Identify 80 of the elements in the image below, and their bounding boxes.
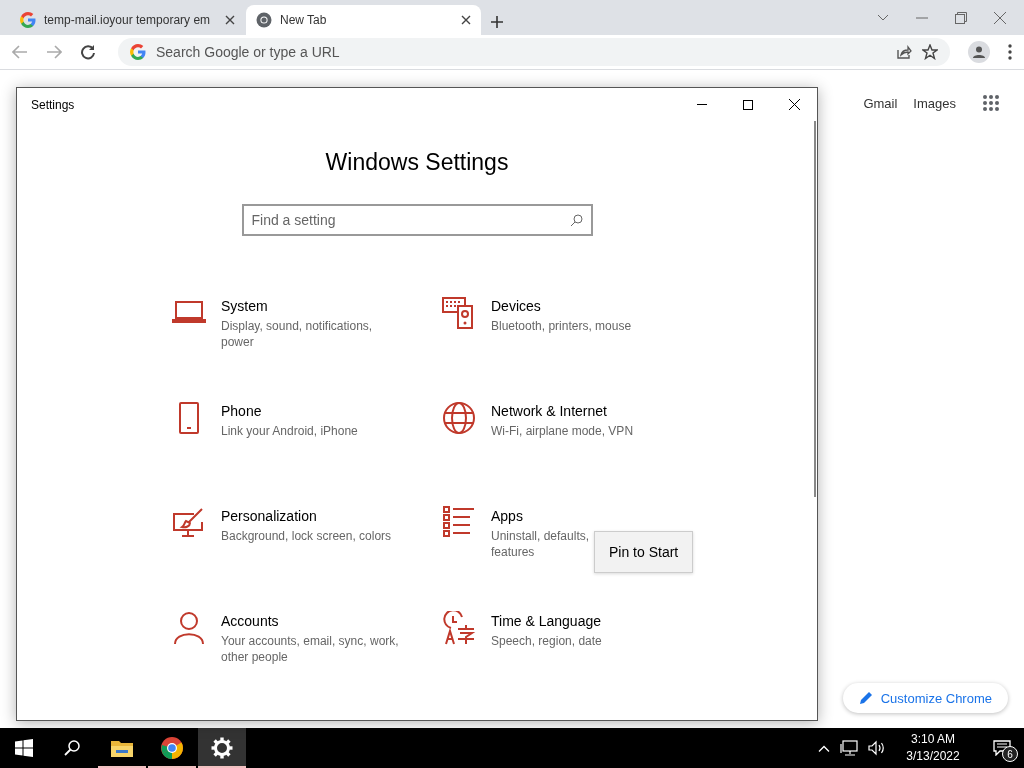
menu-item[interactable]: Pin to Start (595, 532, 693, 572)
settings-category[interactable]: Apps Uninstall, defaults, features (442, 506, 590, 577)
google-logo-icon (20, 12, 36, 28)
more-menu-icon (1008, 44, 1012, 60)
category-title: Time & Language (491, 613, 601, 629)
header-link[interactable]: Images (913, 95, 956, 111)
browser-tab[interactable]: New Tab (246, 5, 481, 35)
folder-icon (110, 738, 134, 758)
windows-logo-icon (15, 739, 33, 757)
list-icon (442, 506, 476, 540)
window-title: Settings (31, 97, 76, 112)
address-placeholder: Search Google or type a URL (156, 44, 341, 60)
clock-date: 3/13/2022 (906, 748, 960, 765)
globe-icon (442, 401, 476, 435)
category-description: Link your Android, iPhone (221, 423, 358, 439)
category-description: Speech, region, date (491, 633, 602, 649)
new-tab-icon (490, 15, 504, 29)
search-icon (64, 740, 80, 756)
chrome-logo-icon (160, 736, 184, 760)
taskbar-app[interactable] (198, 728, 246, 768)
notification-button[interactable]: 6 (980, 728, 1024, 768)
clock-time: 3:10 AM (911, 731, 955, 748)
maximize-icon (743, 99, 753, 110)
category-description: Wi-Fi, airplane mode, VPN (491, 423, 634, 439)
settings-category[interactable]: Phone Link your Android, iPhone (172, 401, 358, 472)
customize-chrome-button[interactable]: Customize Chrome (842, 683, 1008, 713)
browser-tab[interactable]: temp-mail.ioyour temporary em (10, 5, 245, 35)
category-description: Bluetooth, printers, mouse (491, 318, 632, 334)
settings-category[interactable]: Accounts Your accounts, email, sync, work, other people (172, 611, 399, 682)
person-icon (973, 46, 985, 58)
minimize-icon (697, 104, 707, 105)
back-icon (12, 45, 28, 59)
notification-badge: 6 (1002, 746, 1018, 762)
scrollbar[interactable] (814, 121, 816, 497)
search-icon (569, 213, 583, 227)
page-heading: Windows Settings (325, 149, 509, 176)
category-description: Display, sound, notifications, power (221, 318, 374, 350)
category-title: Apps (491, 508, 523, 524)
keyboard-speaker-icon (442, 296, 476, 330)
message-icon (993, 740, 1011, 756)
gear-icon (211, 737, 233, 759)
settings-category[interactable]: Devices Bluetooth, printers, mouse (442, 296, 632, 367)
category-description: Your accounts, email, sync, work, other people (221, 633, 399, 665)
profile-avatar[interactable] (968, 41, 990, 63)
chrome-logo-icon (256, 12, 272, 28)
category-description: Background, lock screen, colors (221, 528, 392, 544)
category-title: Accounts (221, 613, 279, 629)
reload-icon (80, 44, 96, 60)
close-icon (461, 15, 471, 25)
category-title: System (221, 298, 268, 314)
category-title: Phone (221, 403, 262, 419)
category-title: Devices (491, 298, 541, 314)
close-icon (225, 15, 235, 25)
address-bar[interactable]: Search Google or type a URL (118, 38, 950, 66)
google-logo-icon (130, 44, 146, 60)
settings-category[interactable]: Personalization Background, lock screen, colors (172, 506, 392, 577)
settings-category[interactable]: Time & Language Speech, region, date (442, 611, 602, 682)
monitor-brush-icon (172, 506, 206, 540)
restore-icon (955, 11, 967, 24)
category-title: Network & Internet (491, 403, 607, 419)
category-title: Personalization (221, 508, 317, 524)
star-icon (922, 44, 938, 60)
search-field[interactable]: Find a setting (241, 204, 593, 236)
network-icon (840, 740, 858, 756)
person-icon (172, 611, 206, 645)
close-icon (788, 99, 800, 110)
pencil-icon (858, 691, 873, 705)
apps-grid-icon (982, 94, 1000, 112)
settings-category[interactable]: System Display, sound, notifications, power (172, 296, 399, 367)
category-description: Uninstall, defaults, features (491, 528, 590, 560)
minimize-icon (916, 16, 928, 19)
close-icon (994, 11, 1006, 24)
volume-icon (868, 740, 886, 756)
chevron-up-icon (818, 744, 830, 752)
clock-language-icon (442, 611, 476, 645)
chevron-down-icon (877, 13, 889, 22)
settings-category[interactable]: Network & Internet Wi-Fi, airplane mode, VPN (442, 401, 634, 472)
header-link[interactable]: Gmail (863, 95, 898, 111)
share-icon (896, 44, 912, 60)
forward-icon (46, 45, 62, 59)
